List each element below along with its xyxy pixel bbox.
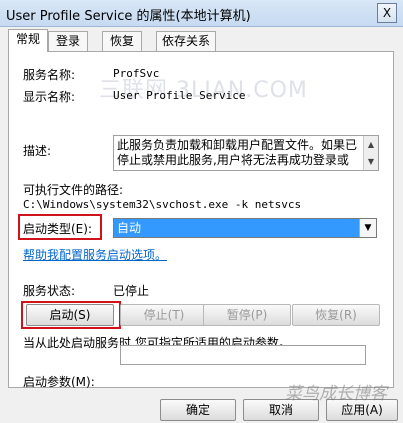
service-status-label: 服务状态:: [23, 284, 76, 298]
service-status-value: 已停止: [113, 284, 150, 298]
help-link[interactable]: 帮助我配置服务启动选项。: [23, 246, 167, 263]
startup-type-select[interactable]: 自动 ▼: [113, 218, 377, 238]
scroll-down-icon[interactable]: ▼: [364, 153, 378, 170]
title-bar: User Profile Service 的属性(本地计算机) X: [0, 0, 403, 27]
display-name-value: User Profile Service: [113, 89, 246, 102]
start-params-label: 启动参数(M):: [23, 375, 95, 389]
ok-button[interactable]: 确定: [160, 399, 236, 421]
service-name-value: ProfSvc: [113, 67, 160, 80]
blog-stamp: 菜鸟成长博客: [285, 384, 387, 404]
description-scrollbar[interactable]: ▲ ▼: [363, 136, 378, 170]
path-label: 可执行文件的路径:: [23, 183, 124, 197]
close-icon: X: [382, 6, 392, 20]
tab-recovery[interactable]: 恢复: [102, 31, 142, 51]
scroll-up-icon[interactable]: ▲: [364, 136, 378, 153]
service-name-label: 服务名称:: [23, 68, 76, 82]
close-button[interactable]: X: [377, 3, 397, 23]
description-label: 描述:: [23, 144, 52, 158]
tab-general[interactable]: 常规: [8, 29, 48, 52]
path-value: C:\Windows\system32\svchost.exe -k netsv…: [23, 198, 302, 211]
start-params-input[interactable]: [120, 345, 366, 365]
display-name-label: 显示名称:: [23, 90, 76, 104]
startup-type-label: 启动类型(E):: [23, 222, 92, 236]
pause-button[interactable]: 暂停(P): [203, 304, 291, 326]
tab-dependencies[interactable]: 依存关系: [156, 31, 216, 51]
description-text: 此服务负责加载和卸载用户配置文件。如果已停止或禁用此服务,用户将无法再成功登录或: [117, 138, 358, 167]
resume-button[interactable]: 恢复(R): [292, 304, 380, 326]
start-button[interactable]: 启动(S): [26, 304, 114, 326]
startup-type-value: 自动: [114, 219, 361, 237]
tab-logon[interactable]: 登录: [48, 31, 88, 51]
chevron-down-icon[interactable]: ▼: [359, 219, 376, 237]
description-box[interactable]: 此服务负责加载和卸载用户配置文件。如果已停止或禁用此服务,用户将无法再成功登录或…: [113, 135, 379, 171]
dialog-client: 常规 登录 恢复 依存关系 三联网 3LIAN.COM 服务名称: ProfSv…: [0, 27, 403, 423]
general-panel: 三联网 3LIAN.COM 服务名称: ProfSvc 显示名称: User P…: [8, 51, 394, 389]
window-title: User Profile Service 的属性(本地计算机): [6, 9, 251, 24]
stop-button[interactable]: 停止(T): [120, 304, 208, 326]
